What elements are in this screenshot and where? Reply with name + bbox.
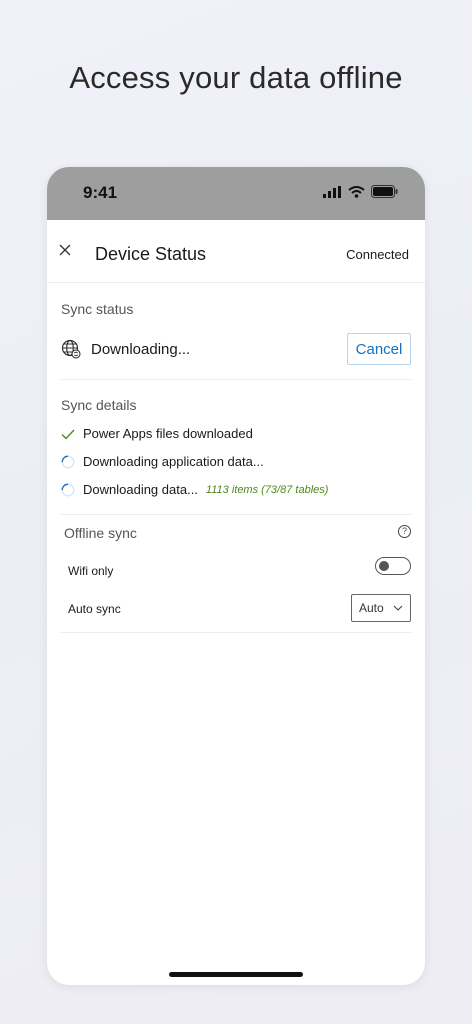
checkmark-icon [61,429,75,440]
sync-status-title: Sync status [61,301,134,317]
connection-status: Connected [346,247,409,262]
sync-status-section: Sync status Downloading... Cancel [61,283,411,380]
list-item: Downloading data... 1113 items (73/87 ta… [61,482,328,497]
globe-sync-icon [61,339,81,359]
wifi-only-label: Wifi only [68,564,114,578]
sync-state-label: Downloading... [91,341,191,358]
detail-label: Downloading data... [83,482,198,497]
cancel-button[interactable]: Cancel [347,333,411,365]
page-title: Device Status [95,244,207,264]
auto-sync-value: Auto [359,601,384,615]
status-bar: 9:41 [47,167,425,220]
toggle-knob [379,561,389,571]
detail-label: Power Apps files downloaded [83,426,253,441]
auto-sync-select[interactable]: Auto [351,594,411,622]
help-icon[interactable]: ? [398,525,411,538]
wifi-only-toggle[interactable] [375,557,411,575]
detail-count: 1113 items (73/87 tables) [205,483,329,496]
page-headline: Access your data offline [69,60,403,95]
battery-icon [371,185,398,198]
app-header: Device Status Connected [47,220,425,283]
signal-icon [323,185,341,198]
status-time: 9:41 [83,183,118,202]
chevron-down-icon [393,605,403,611]
status-icons [323,185,398,198]
spinner-icon [61,455,75,468]
phone-frame: 9:41 Device Status Connected Sync status… [47,167,425,985]
detail-label: Downloading application data... [83,454,264,469]
offline-sync-section: Offline sync ? Wifi only Auto sync Auto [61,515,411,633]
wifi-icon [348,185,365,198]
sync-details-title: Sync details [61,397,137,413]
home-indicator[interactable] [169,972,303,977]
list-item: Power Apps files downloaded [61,426,253,441]
close-icon[interactable] [57,242,73,258]
sync-details-section: Sync details Power Apps files downloaded… [61,380,411,515]
offline-sync-title: Offline sync [64,525,137,541]
auto-sync-label: Auto sync [68,602,121,616]
spinner-icon [61,483,75,496]
list-item: Downloading application data... [61,454,264,469]
